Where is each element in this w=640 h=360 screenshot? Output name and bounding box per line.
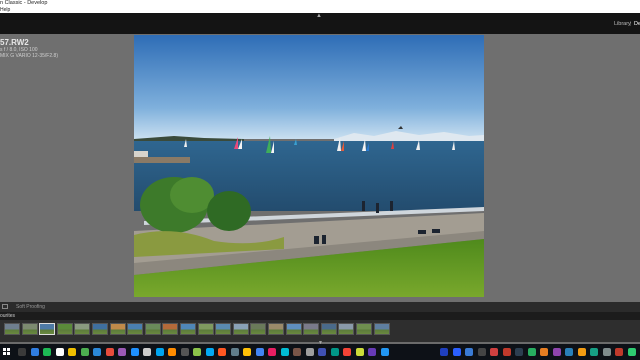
filmstrip-thumbnail[interactable] [338,323,355,335]
app-icon[interactable] [368,348,376,356]
develop-toolbar: Soft Proofing [0,302,640,312]
taskbar-pinned-app-icon[interactable] [577,348,586,356]
window-title-bar: n Classic - Develop Help [0,0,640,13]
taskbar-pinned-app-icon[interactable] [490,348,498,356]
filmstrip-thumbnail[interactable] [144,323,161,335]
browser-icon[interactable] [93,348,101,356]
app-icon[interactable] [80,348,89,356]
media-icon[interactable] [105,348,114,356]
filmstrip-thumbnail[interactable] [197,323,214,335]
folder-icon[interactable] [68,348,76,356]
filmstrip-thumbnail[interactable] [4,323,20,335]
app-icon[interactable] [305,348,314,356]
filmstrip-thumbnail[interactable] [268,323,284,335]
store-icon[interactable] [155,348,164,356]
filmstrip-thumbnail[interactable] [74,323,91,335]
taskbar-pinned-app-icon[interactable] [540,348,548,356]
app-icon[interactable] [168,348,176,356]
filmstrip-thumbnail[interactable] [250,323,267,335]
photo-camera-lens: MIX G VARIO 12-35/F2.8) [0,53,58,59]
app-icon[interactable] [205,348,214,356]
taskbar-pinned-app-icon[interactable] [590,348,598,356]
taskbar-pinned-app-icon[interactable] [477,348,486,356]
chrome-icon[interactable] [255,348,264,356]
search-icon[interactable] [18,348,26,356]
app-icon[interactable] [218,348,226,356]
filmstrip-thumbnail[interactable] [180,323,196,335]
tree-mid [207,191,251,231]
app-icon[interactable] [380,348,389,356]
app-icon[interactable] [343,348,351,356]
module-library[interactable]: Library [614,21,631,27]
soft-proofing-toggle[interactable]: Soft Proofing [16,304,45,310]
module-develop[interactable]: De [634,21,640,27]
filmstrip-thumbnail[interactable] [373,323,390,335]
taskbar-pinned-app-icon[interactable] [552,348,561,356]
app-icon[interactable] [180,348,189,356]
edge-icon[interactable] [30,348,39,356]
taskbar-pinned-app-icon[interactable] [627,348,636,356]
filmstrip-thumbnail[interactable] [285,323,302,335]
filmstrip-thumbnail[interactable] [39,323,56,335]
start-button-icon[interactable] [3,348,11,356]
filmstrip-thumbnail[interactable] [56,323,73,335]
photo-filename: 57.RW2 [0,38,29,47]
module-separator: | [630,21,632,27]
spotify-icon[interactable] [43,348,51,356]
sky [134,35,484,139]
filmstrip-source-label[interactable]: ourites [0,313,15,319]
taskbar-pinned-app-icon[interactable] [602,348,611,356]
filmstrip-thumbnail[interactable] [356,323,372,335]
app-icon[interactable] [143,348,151,356]
filmstrip-thumbnail[interactable] [162,323,179,335]
app-icon[interactable] [243,348,251,356]
taskbar-pinned-app-icon[interactable] [565,348,573,356]
loupe-view-icon[interactable] [2,304,8,309]
app-icon[interactable] [118,348,126,356]
app-icon[interactable] [268,348,276,356]
filmstrip-thumbnail[interactable] [232,323,249,335]
window-title: n Classic - Develop [0,0,48,6]
mail-icon[interactable] [130,348,139,356]
app-icon[interactable] [193,348,201,356]
filmstrip-thumbnail[interactable] [127,323,144,335]
app-icon[interactable] [230,348,239,356]
filmstrip-thumbnail[interactable] [21,323,38,335]
filmstrip-header: ourites [0,312,640,320]
module-picker-panel: ▲ Library | De [0,13,640,34]
app-icon[interactable] [318,348,326,356]
taskbar-pinned-app-icon[interactable] [502,348,511,356]
taskbar-pinned-app-icon[interactable] [465,348,473,356]
app-icon[interactable] [355,348,364,356]
windows-taskbar [0,344,640,360]
taskbar-pinned-app-icon[interactable] [615,348,623,356]
filmstrip-thumbnail[interactable] [215,323,232,335]
photo-info-overlay: 57.RW2 s f / 8.0, ISO 100 MIX G VARIO 12… [0,38,58,59]
taskbar-pinned-app-icon[interactable] [515,348,523,356]
filmstrip-thumbnail[interactable] [303,323,320,335]
explorer-icon[interactable] [55,348,64,356]
filmstrip-thumbnail[interactable] [320,323,337,335]
filmstrip-thumbnail[interactable] [92,323,108,335]
main-photo[interactable] [134,35,484,297]
pier-building [134,151,148,157]
taskbar-pinned-app-icon[interactable] [440,348,448,356]
app-icon[interactable] [280,348,289,356]
filmstrip [0,320,640,342]
taskbar-pinned-app-icon[interactable] [452,348,461,356]
app-icon[interactable] [293,348,301,356]
taskbar-pinned-app-icon[interactable] [527,348,536,356]
filmstrip-thumbnail[interactable] [109,323,126,335]
pier [134,157,190,163]
collapse-top-panel-icon[interactable]: ▲ [316,13,322,19]
app-icon[interactable] [330,348,339,356]
